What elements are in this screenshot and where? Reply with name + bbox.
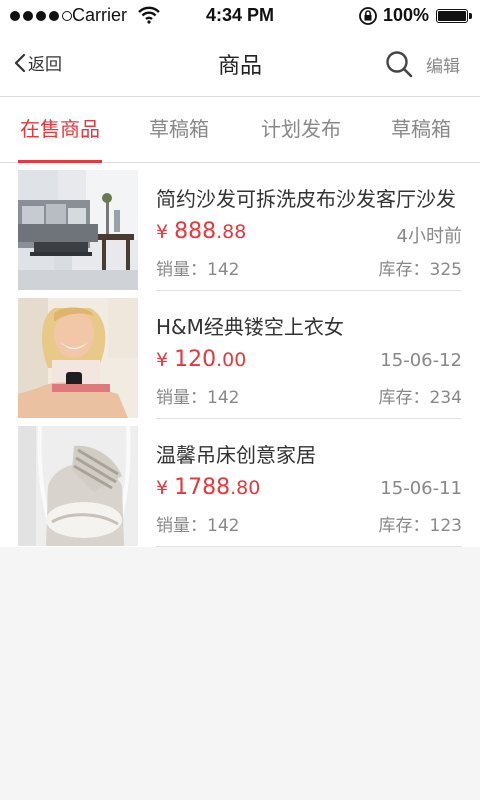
- product-price: ¥1788.80: [156, 475, 261, 500]
- rotation-lock-icon: [359, 7, 377, 25]
- tab-on-sale[interactable]: 在售商品: [18, 97, 102, 163]
- product-row[interactable]: H&M经典镂空上衣女 ¥120.00 15-06-12 销量：142 库存：23…: [0, 291, 480, 419]
- product-sales: 销量：142: [156, 260, 240, 280]
- edit-button[interactable]: 编辑: [426, 52, 460, 77]
- product-row[interactable]: 温馨吊床创意家居 ¥1788.80 15-06-11 销量：142 库存：123: [0, 419, 480, 547]
- product-stock: 库存：325: [378, 260, 462, 280]
- status-bar: Carrier 4:34 PM 100%: [0, 0, 480, 32]
- product-image-sofa: [18, 170, 138, 290]
- search-icon[interactable]: [384, 49, 414, 79]
- product-sales: 销量：142: [156, 388, 240, 408]
- tab-bar: 在售商品 草稿箱 计划发布 草稿箱: [0, 97, 480, 163]
- product-image-woman: [18, 298, 138, 418]
- product-price: ¥888.88: [156, 219, 247, 244]
- product-list: 简约沙发可拆洗皮布沙发客厅沙发 ¥888.88 4小时前 销量：142 库存：3…: [0, 163, 480, 547]
- product-sales: 销量：142: [156, 516, 240, 536]
- product-updated-time: 4小时前: [396, 226, 462, 247]
- tab-scheduled[interactable]: 计划发布: [258, 97, 344, 162]
- tab-label: 草稿箱: [149, 117, 209, 141]
- tab-drafts[interactable]: 草稿箱: [146, 97, 212, 162]
- tab-label: 在售商品: [20, 117, 100, 141]
- tab-drafts-2[interactable]: 草稿箱: [388, 97, 454, 162]
- tab-label: 草稿箱: [391, 117, 451, 141]
- navigation-bar: 返回 商品 编辑: [0, 32, 480, 97]
- product-price: ¥120.00: [156, 347, 247, 372]
- battery-percentage: 100%: [383, 5, 430, 25]
- back-button[interactable]: 返回: [14, 50, 62, 75]
- product-updated-time: 15-06-12: [380, 350, 462, 371]
- row-divider: [156, 546, 462, 547]
- back-label: 返回: [28, 55, 62, 75]
- product-name: 温馨吊床创意家居: [156, 443, 316, 467]
- product-row[interactable]: 简约沙发可拆洗皮布沙发客厅沙发 ¥888.88 4小时前 销量：142 库存：3…: [0, 163, 480, 291]
- product-name: H&M经典镂空上衣女: [156, 315, 344, 339]
- product-updated-time: 15-06-11: [380, 478, 462, 499]
- product-stock: 库存：123: [378, 516, 462, 536]
- product-image-hanging-chair: [18, 426, 138, 546]
- product-name: 简约沙发可拆洗皮布沙发客厅沙发: [156, 187, 456, 211]
- chevron-left-icon: [14, 53, 26, 72]
- battery-icon: [436, 9, 472, 23]
- product-stock: 库存：234: [378, 388, 462, 408]
- tab-label: 计划发布: [261, 117, 341, 141]
